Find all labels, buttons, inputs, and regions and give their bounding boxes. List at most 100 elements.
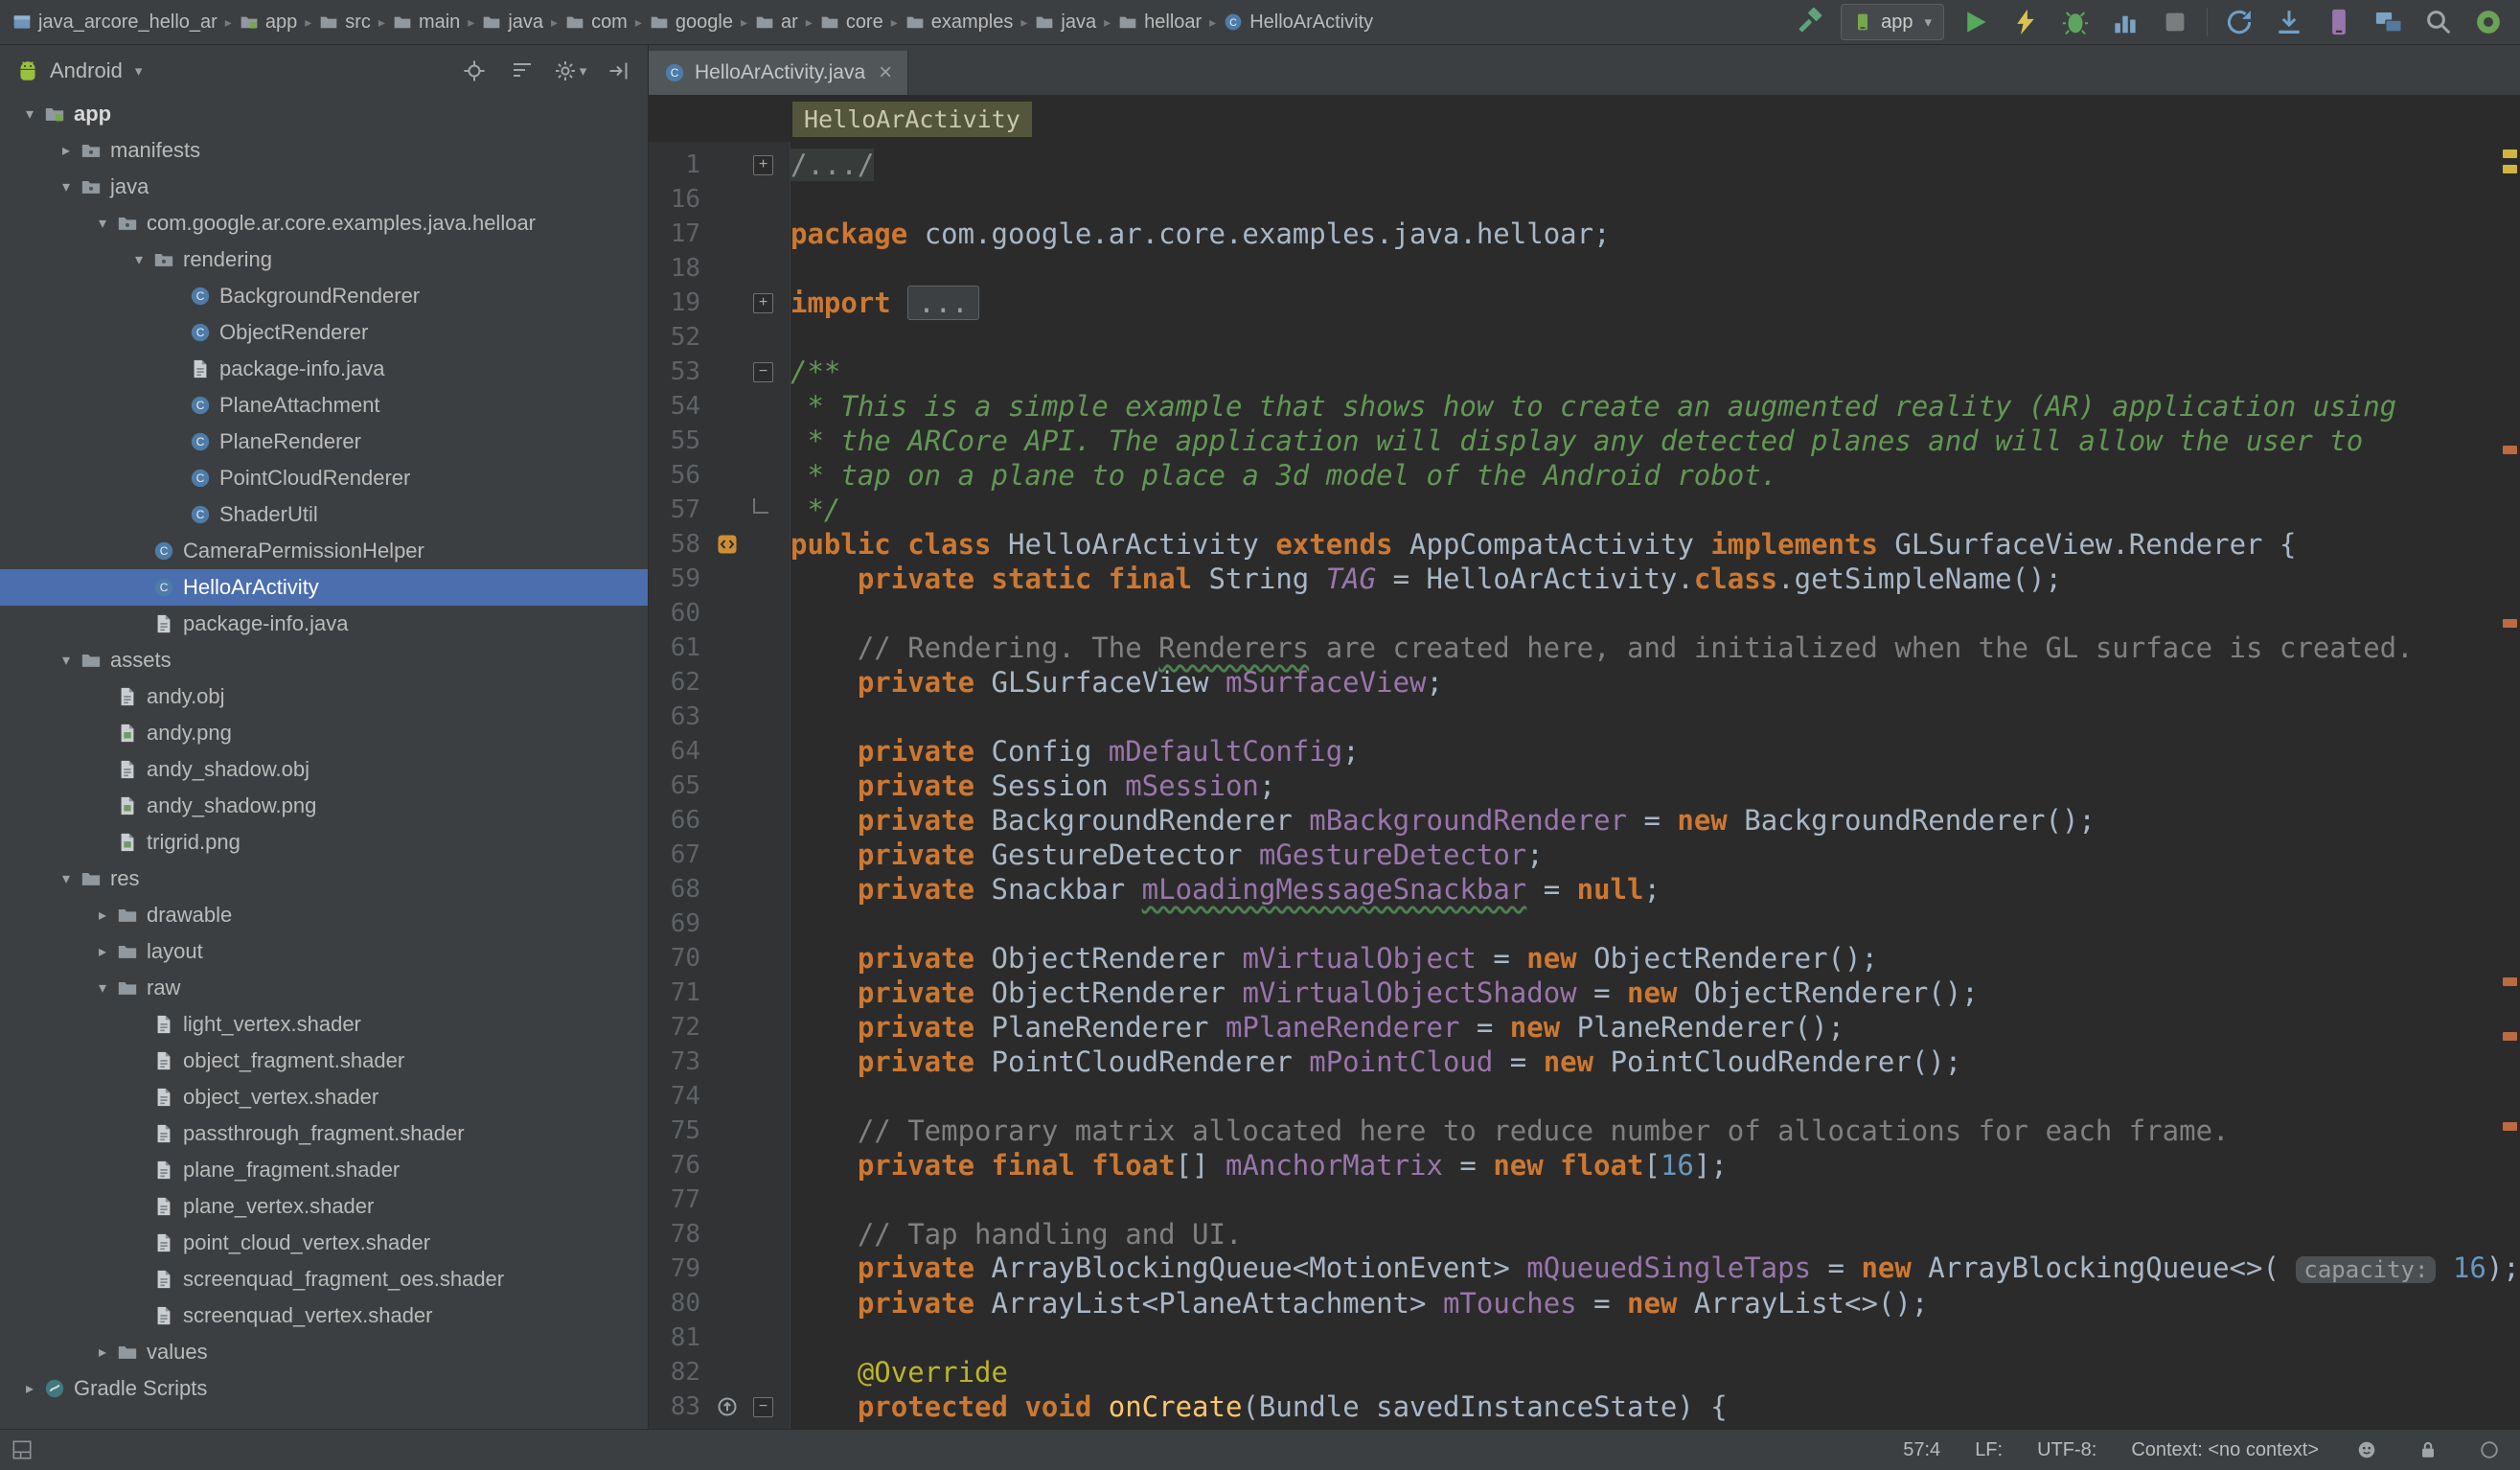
avd-manager-button[interactable]: [2321, 4, 2357, 40]
settings-button[interactable]: ▾: [556, 57, 584, 85]
expanded-arrow-icon[interactable]: ▾: [52, 651, 80, 670]
stop-button[interactable]: [2157, 4, 2193, 40]
sync-project-button[interactable]: [2271, 4, 2307, 40]
project-view-selector[interactable]: Android ▾: [15, 58, 142, 83]
collapsed-arrow-icon[interactable]: ▸: [88, 1343, 117, 1362]
tree-item[interactable]: andy.obj: [0, 678, 648, 715]
tree-item[interactable]: trigrid.png: [0, 824, 648, 861]
toolwindow-toggle-icon[interactable]: [11, 1439, 33, 1460]
tree-item-label: point_cloud_vertex.shader: [183, 1230, 430, 1255]
close-tab-icon[interactable]: ×: [879, 61, 892, 84]
assistant-button[interactable]: [2470, 4, 2507, 40]
fold-end-icon[interactable]: [753, 498, 768, 514]
tree-item[interactable]: ▾java: [0, 169, 648, 205]
tree-item[interactable]: CCameraPermissionHelper: [0, 533, 648, 569]
tree-item[interactable]: andy.png: [0, 715, 648, 751]
expanded-arrow-icon[interactable]: ▾: [88, 214, 117, 233]
tree-item[interactable]: ▾com.google.ar.core.examples.java.helloa…: [0, 205, 648, 241]
run-configuration-selector[interactable]: app▾: [1841, 4, 1944, 40]
breadcrumb-item[interactable]: CHelloArActivity: [1221, 10, 1376, 35]
editor-scrollbar[interactable]: [2499, 142, 2520, 1429]
code-editor[interactable]: 1+/.../1617package com.google.ar.core.ex…: [649, 142, 2520, 1429]
tree-item[interactable]: screenquad_fragment_oes.shader: [0, 1261, 648, 1298]
debug-button[interactable]: [2057, 4, 2094, 40]
apply-changes-button[interactable]: [2007, 4, 2044, 40]
tree-item[interactable]: CHelloArActivity: [0, 569, 648, 606]
tree-item[interactable]: CShaderUtil: [0, 496, 648, 533]
tree-item[interactable]: CPointCloudRenderer: [0, 460, 648, 496]
status-context[interactable]: Context: <no context>: [2131, 1439, 2319, 1461]
tree-item[interactable]: ▸drawable: [0, 897, 648, 933]
profiler-button[interactable]: [2107, 4, 2143, 40]
search-everywhere-button[interactable]: [2420, 4, 2457, 40]
inspections-status-icon[interactable]: [2353, 1436, 2380, 1463]
breadcrumb-item[interactable]: google: [647, 10, 736, 35]
breadcrumb-item[interactable]: java_arcore_hello_ar: [10, 10, 220, 35]
tree-item[interactable]: object_vertex.shader: [0, 1079, 648, 1115]
collapsed-arrow-icon[interactable]: ▸: [15, 1379, 44, 1398]
line-number: 18: [649, 251, 708, 286]
collapsed-arrow-icon[interactable]: ▸: [88, 942, 117, 961]
tree-item[interactable]: CObjectRenderer: [0, 314, 648, 351]
hide-panel-button[interactable]: [604, 57, 632, 85]
device-monitor-button[interactable]: [2371, 4, 2407, 40]
attach-debugger-button[interactable]: [2221, 4, 2257, 40]
tree-item[interactable]: screenquad_vertex.shader: [0, 1298, 648, 1334]
tree-item[interactable]: andy_shadow.obj: [0, 751, 648, 788]
breadcrumb-item[interactable]: src: [316, 10, 374, 35]
fold-expand-icon[interactable]: +: [753, 155, 773, 175]
tree-item[interactable]: point_cloud_vertex.shader: [0, 1225, 648, 1261]
fold-collapse-icon[interactable]: −: [753, 362, 773, 382]
tree-item[interactable]: ▾app: [0, 96, 648, 132]
tree-item[interactable]: passthrough_fragment.shader: [0, 1115, 648, 1152]
run-button[interactable]: [1958, 4, 1994, 40]
folder-icon: [80, 868, 102, 889]
collapsed-arrow-icon[interactable]: ▸: [88, 906, 117, 925]
expanded-arrow-icon[interactable]: ▾: [125, 250, 153, 269]
breadcrumb-class-chip[interactable]: HelloArActivity: [792, 102, 1032, 137]
breadcrumb-item[interactable]: app: [237, 10, 300, 35]
tree-item[interactable]: CPlaneRenderer: [0, 424, 648, 460]
tree-item[interactable]: ▸layout: [0, 933, 648, 970]
tree-item[interactable]: light_vertex.shader: [0, 1006, 648, 1043]
status-line-separator[interactable]: LF:: [1975, 1439, 2003, 1461]
expanded-arrow-icon[interactable]: ▾: [52, 869, 80, 888]
tree-item[interactable]: CPlaneAttachment: [0, 387, 648, 424]
readonly-lock-icon[interactable]: [2415, 1436, 2441, 1463]
background-tasks-icon[interactable]: [2476, 1436, 2503, 1463]
expanded-arrow-icon[interactable]: ▾: [88, 978, 117, 998]
collapse-all-button[interactable]: [508, 57, 537, 85]
breadcrumb-item[interactable]: main: [390, 10, 463, 35]
tree-item[interactable]: plane_fragment.shader: [0, 1152, 648, 1188]
status-encoding[interactable]: UTF-8:: [2037, 1439, 2096, 1461]
tree-item[interactable]: andy_shadow.png: [0, 788, 648, 824]
breadcrumb-item[interactable]: com: [562, 10, 630, 35]
tree-item[interactable]: ▾raw: [0, 970, 648, 1006]
fold-expand-icon[interactable]: +: [753, 293, 773, 313]
tree-item[interactable]: ▸manifests: [0, 132, 648, 169]
breadcrumb-item[interactable]: java: [1032, 10, 1099, 35]
tree-item[interactable]: ▾res: [0, 861, 648, 897]
tree-item[interactable]: plane_vertex.shader: [0, 1188, 648, 1225]
tree-item[interactable]: package-info.java: [0, 606, 648, 642]
expanded-arrow-icon[interactable]: ▾: [15, 104, 44, 124]
tree-item[interactable]: ▸values: [0, 1334, 648, 1370]
tree-item[interactable]: CBackgroundRenderer: [0, 278, 648, 314]
fold-collapse-icon[interactable]: −: [753, 1397, 773, 1417]
breadcrumb-item[interactable]: ar: [752, 10, 801, 35]
breadcrumb-item[interactable]: core: [817, 10, 886, 35]
status-caret-position[interactable]: 57:4: [1903, 1439, 1940, 1461]
tree-item[interactable]: ▾assets: [0, 642, 648, 678]
tree-item[interactable]: package-info.java: [0, 351, 648, 387]
breadcrumb-item[interactable]: examples: [903, 10, 1017, 35]
tree-item[interactable]: object_fragment.shader: [0, 1043, 648, 1079]
build-button[interactable]: [1791, 4, 1827, 40]
tab-helloaractivity-java[interactable]: C HelloArActivity.java ×: [649, 51, 908, 95]
breadcrumb-item[interactable]: java: [479, 10, 546, 35]
expanded-arrow-icon[interactable]: ▾: [52, 177, 80, 196]
breadcrumb-item[interactable]: helloar: [1115, 10, 1204, 35]
tree-item[interactable]: ▸Gradle Scripts: [0, 1370, 648, 1407]
tree-item[interactable]: ▾rendering: [0, 241, 648, 278]
scroll-from-source-button[interactable]: [460, 57, 489, 85]
collapsed-arrow-icon[interactable]: ▸: [52, 141, 80, 160]
